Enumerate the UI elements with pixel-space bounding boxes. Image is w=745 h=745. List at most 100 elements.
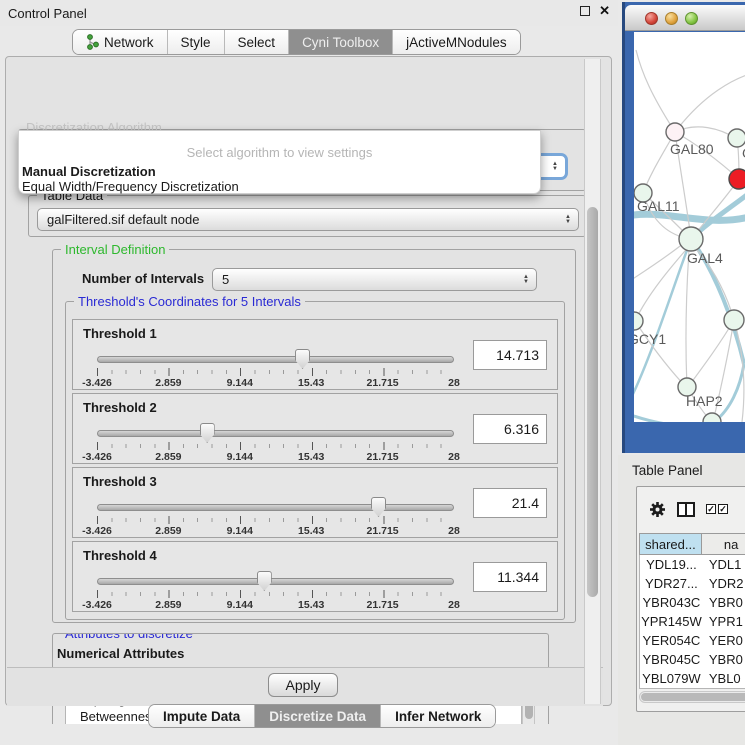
cell: YBR0: [703, 652, 745, 667]
slider-thumb[interactable]: [371, 497, 386, 517]
cell: YBR043C: [640, 595, 703, 610]
zoom-traffic-light-icon[interactable]: [685, 12, 698, 25]
threshold-1-slider: -3.426 2.859 9.144 15.43 21.715 28: [97, 352, 454, 388]
threshold-2-slider: -3.426 2.859 9.144 15.43 21.715 28: [97, 426, 454, 462]
tab-cyni-toolbox-label: Cyni Toolbox: [302, 35, 379, 50]
table-row[interactable]: YER054CYER0: [640, 631, 745, 650]
network-node[interactable]: [724, 310, 744, 330]
control-panel-titlebar: Control Panel ✕: [0, 0, 618, 26]
number-of-intervals-combobox[interactable]: 5 ▲▼: [212, 268, 537, 291]
column-header-shared-name[interactable]: shared...: [639, 533, 702, 555]
popup-option-manual-discretization[interactable]: Manual Discretization: [22, 164, 156, 179]
tick-label: 15.43: [298, 599, 324, 611]
table-row[interactable]: YPR145WYPR1: [640, 612, 745, 631]
column-header-name[interactable]: na: [702, 533, 745, 555]
table-row[interactable]: YDL19...YDL1: [640, 555, 745, 574]
table-row[interactable]: YLR345WYLR3: [640, 688, 745, 689]
combo-stepper-icon: ▲▼: [552, 162, 558, 172]
tab-infer-network-label: Infer Network: [395, 709, 481, 724]
table-data-selected-value: galFiltered.sif default node: [47, 212, 199, 227]
interval-definition-group-label: Interval Definition: [61, 242, 169, 257]
tick-label: -3.426: [82, 377, 112, 389]
interval-definition-group: Interval Definition Number of Intervals …: [52, 249, 576, 623]
attributes-group-label: Attributes to discretize: [61, 633, 197, 641]
slider-ticks: [97, 590, 454, 598]
tick-label: 15.43: [298, 451, 324, 463]
slider-track[interactable]: [97, 578, 454, 585]
tick-label: 28: [448, 451, 460, 463]
apply-button[interactable]: Apply: [268, 673, 338, 697]
network-node[interactable]: [679, 227, 703, 251]
tick-label: 21.715: [367, 451, 399, 463]
cell: YBR0: [703, 595, 745, 610]
checkbox-icon[interactable]: ✓: [706, 504, 716, 514]
gear-icon[interactable]: [649, 501, 666, 518]
slider-track[interactable]: [97, 504, 454, 511]
split-columns-icon[interactable]: [677, 502, 695, 517]
slider-tick-labels: -3.426 2.859 9.144 15.43 21.715 28: [97, 377, 454, 389]
checkbox-icon[interactable]: ✓: [718, 504, 728, 514]
cell: YPR145W: [640, 614, 703, 629]
pane-scrollbar-thumb[interactable]: [587, 207, 598, 597]
tab-select-label: Select: [238, 35, 276, 50]
cell: YDR2: [703, 576, 745, 591]
tab-cyni-toolbox[interactable]: Cyni Toolbox: [289, 30, 393, 54]
tab-network[interactable]: Network: [73, 30, 168, 54]
threshold-2-value-field[interactable]: 6.316: [473, 414, 547, 444]
close-icon[interactable]: ✕: [599, 6, 610, 16]
pane-scrollbar[interactable]: [584, 59, 601, 704]
tick-label: 2.859: [155, 525, 181, 537]
popup-option-equal-width[interactable]: Equal Width/Frequency Discretization: [22, 179, 239, 194]
threshold-4-value-field[interactable]: 11.344: [473, 562, 547, 592]
table-row[interactable]: YBL079WYBL0: [640, 669, 745, 688]
slider-thumb[interactable]: [257, 571, 272, 591]
tab-style[interactable]: Style: [168, 30, 225, 54]
node-table: shared... na YDL19...YDL1 YDR27...YDR2 Y…: [639, 533, 745, 689]
close-traffic-light-icon[interactable]: [645, 12, 658, 25]
slider-ticks: [97, 442, 454, 450]
float-window-icon[interactable]: [580, 6, 590, 16]
threshold-3-value-field[interactable]: 21.4: [473, 488, 547, 518]
table-row[interactable]: YBR045CYBR0: [640, 650, 745, 669]
tick-label: 15.43: [298, 525, 324, 537]
combo-stepper-icon: ▲▼: [523, 275, 529, 285]
tab-discretize-data[interactable]: Discretize Data: [255, 705, 381, 727]
control-panel-title: Control Panel: [8, 6, 87, 21]
tab-style-label: Style: [181, 35, 211, 50]
node-label: GAL11: [637, 198, 680, 214]
tab-impute-data[interactable]: Impute Data: [149, 705, 255, 727]
tick-label: 28: [448, 377, 460, 389]
network-node[interactable]: [634, 312, 643, 330]
network-node-highlighted[interactable]: [729, 169, 745, 189]
tick-label: 28: [448, 599, 460, 611]
threshold-2-panel: Threshold 2 -3.426 2.859 9.144 15.43 21.…: [72, 393, 558, 464]
table-row[interactable]: YBR043CYBR0: [640, 593, 745, 612]
table-scrollbar-thumb[interactable]: [641, 693, 745, 701]
slider-tick-labels: -3.426 2.859 9.144 15.43 21.715 28: [97, 599, 454, 611]
slider-track[interactable]: [97, 430, 454, 437]
network-canvas[interactable]: GAL80 GAL11 GAL4 GCY1 HAP2 GA C H: [634, 32, 745, 422]
tab-network-label: Network: [104, 35, 154, 50]
tab-jactivemnodules-label: jActiveMNodules: [406, 35, 507, 50]
slider-thumb[interactable]: [200, 423, 215, 443]
slider-thumb[interactable]: [295, 349, 310, 369]
network-view-window: GAL80 GAL11 GAL4 GCY1 HAP2 GA C H: [622, 2, 745, 453]
table-data-combobox[interactable]: galFiltered.sif default node ▲▼: [37, 208, 579, 231]
slider-track[interactable]: [97, 356, 454, 363]
tick-label: 9.144: [227, 451, 253, 463]
minimize-traffic-light-icon[interactable]: [665, 12, 678, 25]
table-horizontal-scrollbar[interactable]: [639, 691, 745, 703]
tick-label: 21.715: [367, 599, 399, 611]
thresholds-coordinates-group: Threshold's Coordinates for 5 Intervals …: [65, 301, 565, 620]
tab-jactivemnodules[interactable]: jActiveMNodules: [393, 30, 520, 54]
right-column: GAL80 GAL11 GAL4 GCY1 HAP2 GA C H Table …: [618, 0, 745, 745]
node-label: GAL80: [670, 141, 714, 157]
network-node[interactable]: [666, 123, 684, 141]
table-row[interactable]: YDR27...YDR2: [640, 574, 745, 593]
tab-infer-network[interactable]: Infer Network: [381, 705, 495, 727]
tab-select[interactable]: Select: [225, 30, 290, 54]
tick-label: 2.859: [155, 599, 181, 611]
tick-label: -3.426: [82, 525, 112, 537]
threshold-1-value-field[interactable]: 14.713: [473, 340, 547, 370]
node-label: HAP2: [686, 393, 723, 409]
